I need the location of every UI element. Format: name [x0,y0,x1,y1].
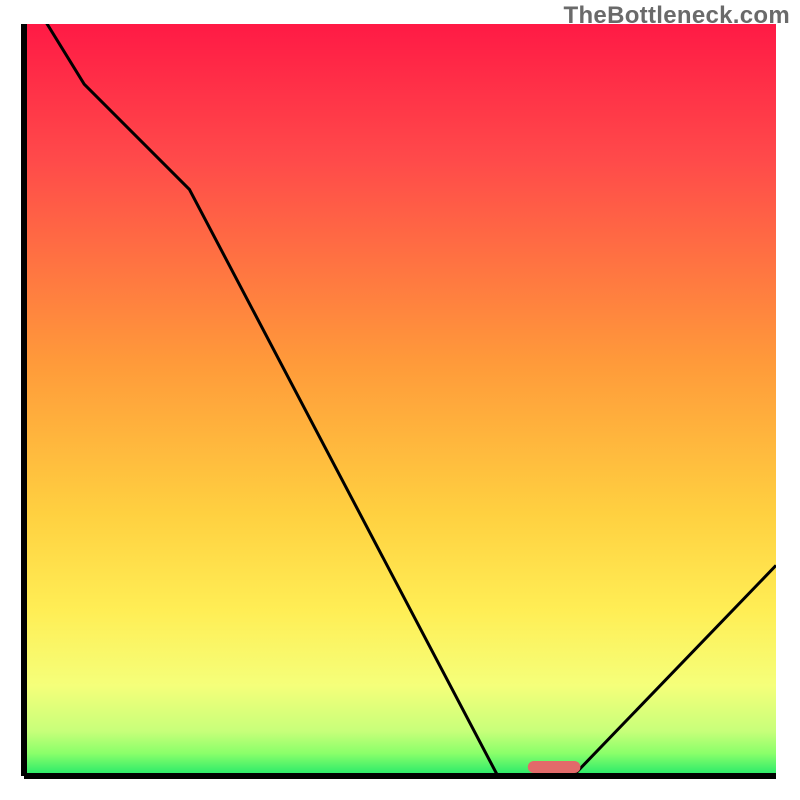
bottleneck-chart [0,0,800,800]
watermark-text: TheBottleneck.com [564,2,790,30]
optimal-marker [528,761,581,773]
